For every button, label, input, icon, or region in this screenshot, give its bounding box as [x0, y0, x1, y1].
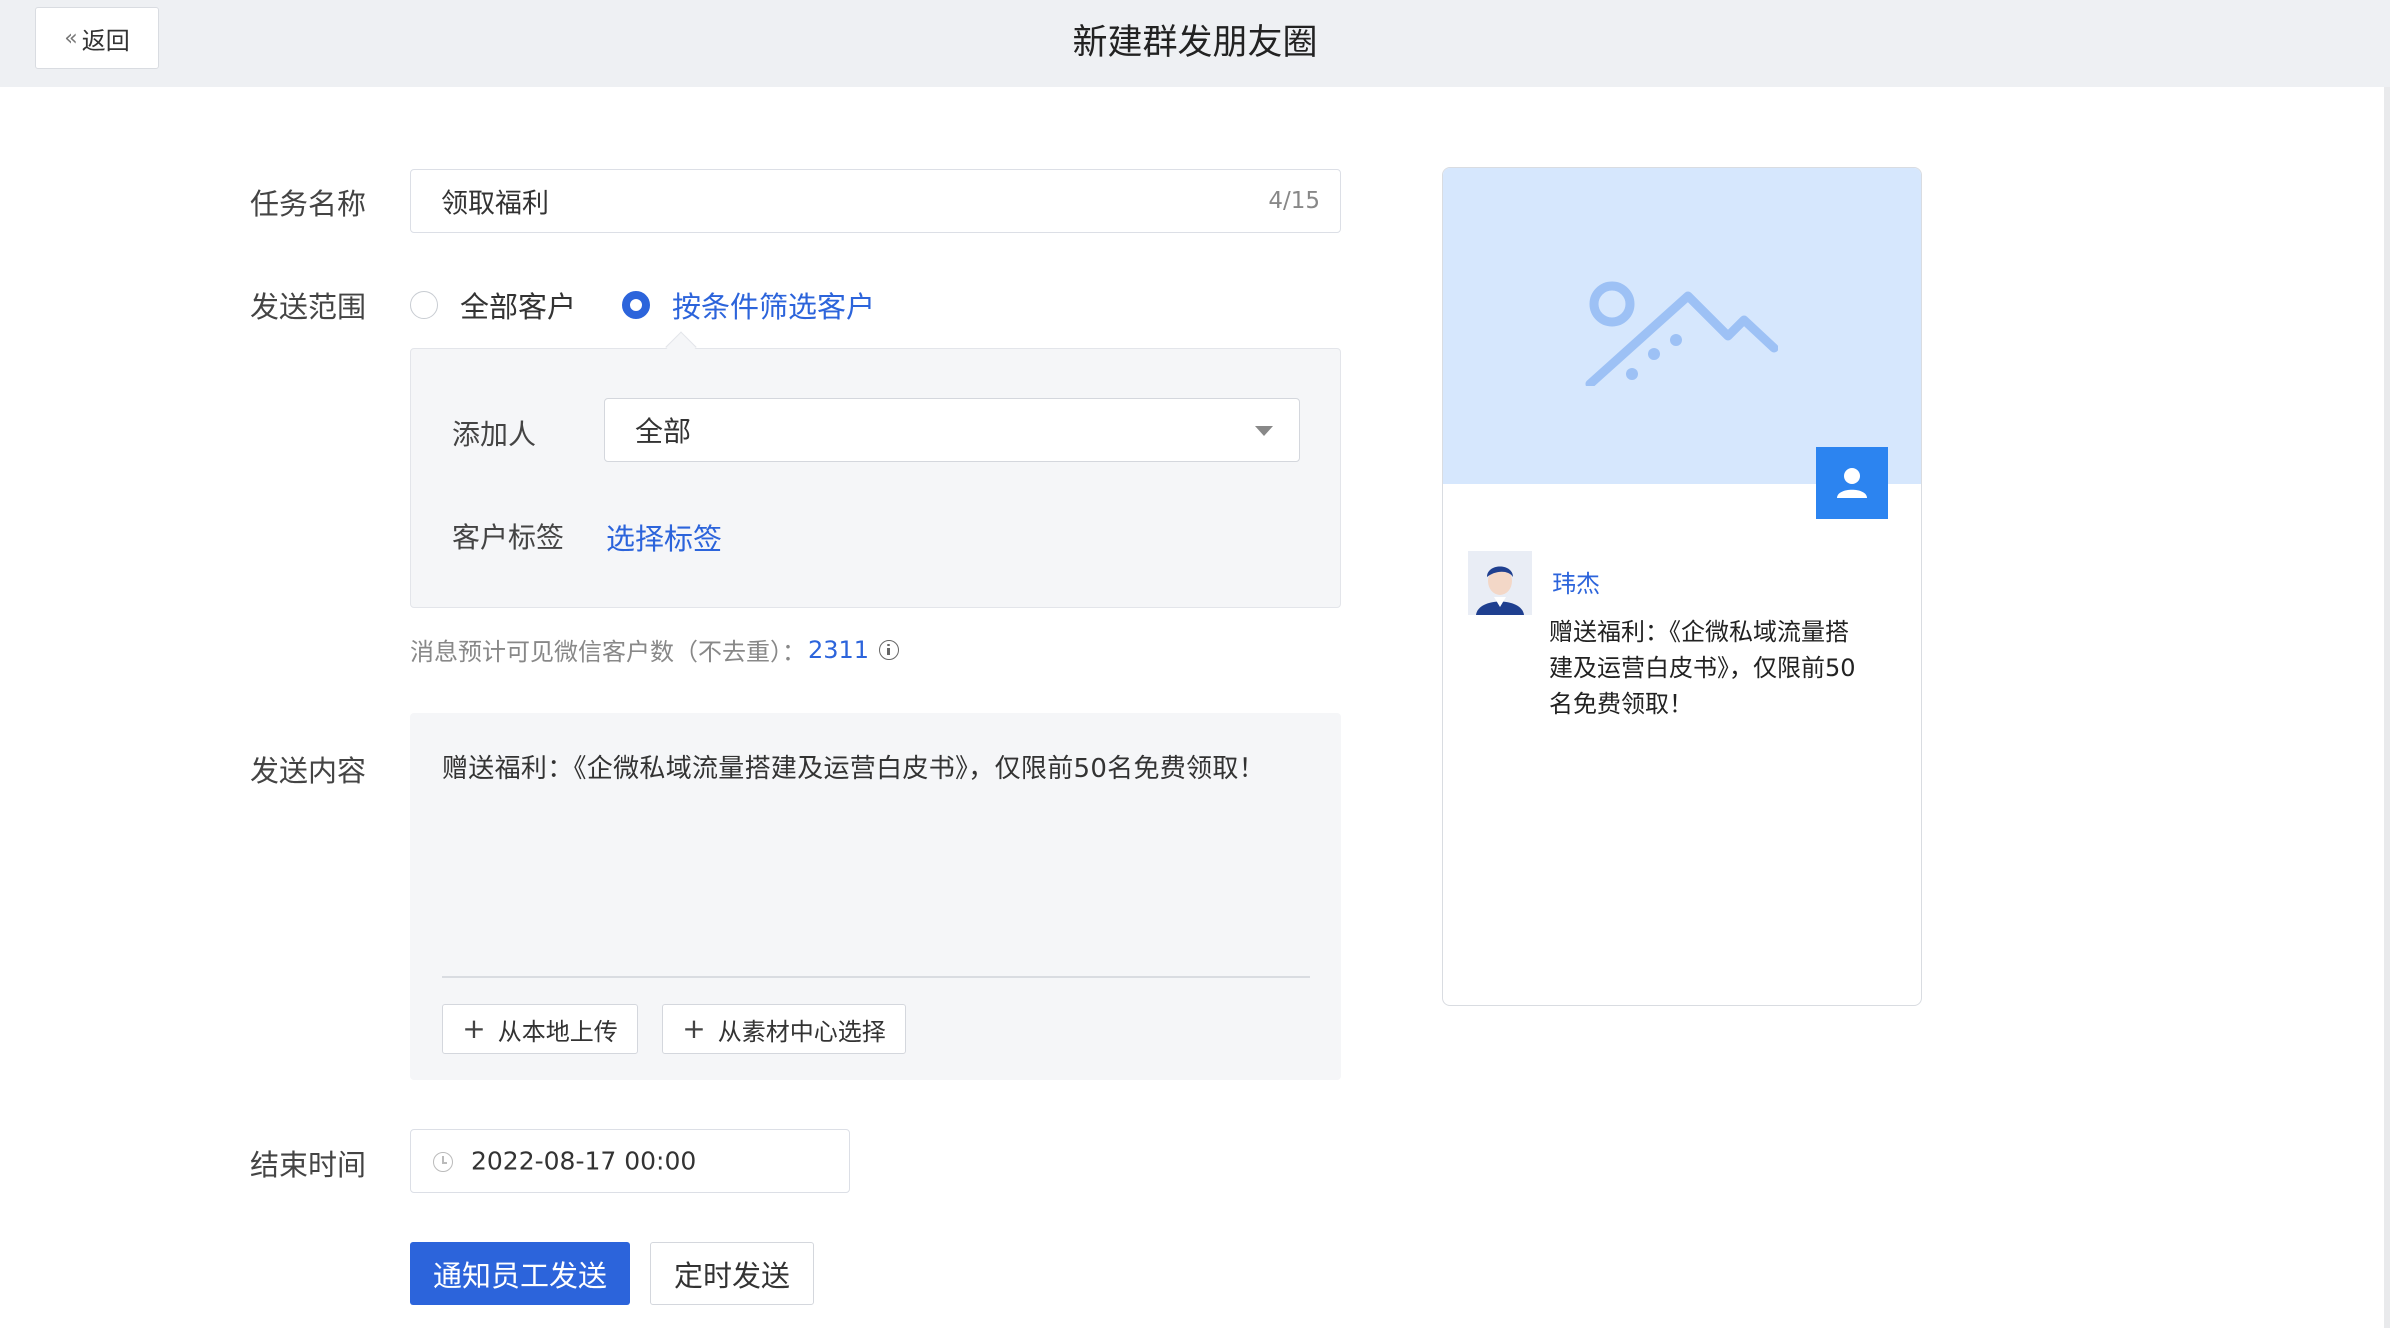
adder-select-value: 全部 [635, 415, 692, 448]
image-placeholder-icon [1585, 281, 1778, 386]
page-scrollbar[interactable] [2384, 87, 2390, 1328]
upload-library-button[interactable]: + 从素材中心选择 [662, 1004, 906, 1054]
end-time-value: 2022-08-17 00:00 [471, 1146, 697, 1176]
radio-filter-customers-label: 按条件筛选客户 [672, 290, 876, 324]
radio-circle [410, 291, 438, 319]
task-name-input[interactable]: 领取福利 4/15 [410, 169, 1341, 233]
user-icon [1816, 447, 1888, 519]
upload-local-label: 从本地上传 [497, 1017, 618, 1046]
clock-icon [433, 1152, 453, 1172]
page-title: 新建群发朋友圈 [1072, 23, 1318, 63]
preview-post-text: 赠送福利：《企微私域流量搭建及运营白皮书》，仅限前50名免费领取！ [1549, 618, 1856, 718]
avatar [1468, 551, 1532, 615]
cover-image-placeholder [1443, 168, 1921, 484]
content-text[interactable]: 赠送福利：《企微私域流量搭建及运营白皮书》，仅限前50名免费领取！ [442, 748, 1265, 785]
end-time-label: 结束时间 [250, 1148, 367, 1182]
task-name-value: 领取福利 [441, 188, 549, 220]
radio-all-customers-label: 全部客户 [460, 290, 577, 324]
task-name-label: 任务名称 [250, 187, 367, 221]
top-bar: « 返回 新建群发朋友圈 [0, 0, 2390, 87]
send-scope-label: 发送范围 [250, 290, 367, 324]
plus-icon: + [462, 1012, 486, 1045]
preview-user-name: 玮杰 [1552, 570, 1600, 598]
info-icon[interactable] [879, 639, 900, 660]
caret-down-icon [1255, 426, 1273, 436]
content-label: 发送内容 [250, 754, 367, 788]
customer-tag-label: 客户标签 [452, 521, 565, 554]
schedule-send-button[interactable]: 定时发送 [650, 1242, 814, 1305]
adder-select[interactable]: 全部 [604, 398, 1300, 462]
content-divider [442, 976, 1310, 978]
select-tag-link[interactable]: 选择标签 [606, 516, 722, 558]
estimate-hint: 消息预计可见微信客户数（不去重）： 2311 [410, 632, 900, 667]
upload-library-label: 从素材中心选择 [717, 1017, 886, 1046]
radio-circle-checked [622, 291, 650, 319]
end-time-picker[interactable]: 2022-08-17 00:00 [410, 1129, 850, 1193]
char-counter: 4/15 [1268, 188, 1320, 214]
notify-staff-button[interactable]: 通知员工发送 [410, 1242, 630, 1305]
radio-filter-customers[interactable]: 按条件筛选客户 [622, 284, 875, 326]
radio-all-customers[interactable]: 全部客户 [410, 284, 576, 326]
estimate-text: 消息预计可见微信客户数（不去重）： [410, 638, 806, 666]
adder-label: 添加人 [452, 418, 537, 451]
upload-local-button[interactable]: + 从本地上传 [442, 1004, 638, 1054]
plus-icon: + [682, 1012, 706, 1045]
filter-panel [410, 348, 1341, 608]
estimate-count: 2311 [808, 635, 870, 664]
